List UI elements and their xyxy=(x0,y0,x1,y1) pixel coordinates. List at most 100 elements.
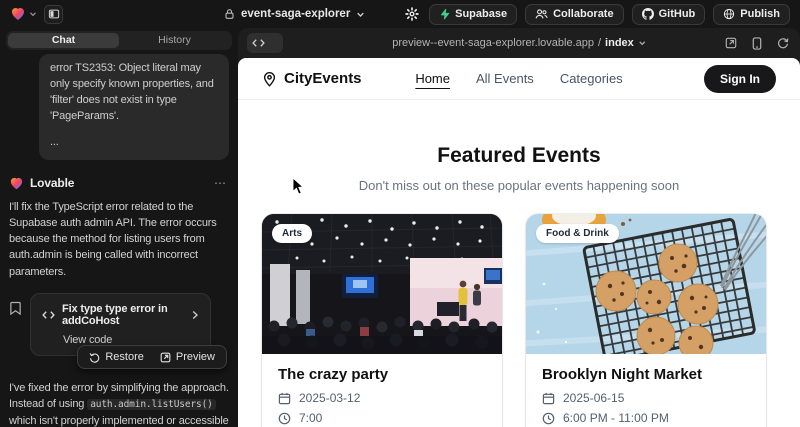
panel-toggle-button[interactable] xyxy=(44,5,63,24)
publish-button-label: Publish xyxy=(740,8,780,20)
clock-icon xyxy=(542,412,555,425)
supabase-button[interactable]: Supabase xyxy=(429,4,517,25)
refresh-icon xyxy=(777,37,789,49)
event-image-cookies: Food & Drink xyxy=(526,214,766,354)
featured-events-section: Featured Events Don't miss out on these … xyxy=(238,144,800,193)
tab-chat[interactable]: Chat xyxy=(8,33,119,48)
bookmark-icon[interactable] xyxy=(9,301,22,316)
event-date-row: 2025-06-15 xyxy=(542,391,750,405)
publish-globe-icon xyxy=(723,8,735,20)
event-image-conference: Arts xyxy=(262,214,502,354)
preview-button-label: Preview xyxy=(176,351,215,363)
chat-messages[interactable]: error TS2353: Object literal may only sp… xyxy=(0,50,238,427)
lovable-avatar-icon xyxy=(9,176,24,191)
event-time: 6:00 PM - 11:00 PM xyxy=(563,411,669,425)
github-button[interactable]: GitHub xyxy=(632,4,706,25)
settings-button[interactable] xyxy=(403,5,421,23)
open-in-new-icon xyxy=(725,37,737,49)
collaborate-button-label: Collaborate xyxy=(553,8,614,20)
user-message-truncated: ... xyxy=(50,135,218,151)
preview-button[interactable]: Preview xyxy=(153,349,222,365)
site-nav: Home All Events Categories xyxy=(415,71,622,86)
gear-icon xyxy=(405,7,419,21)
preview-chrome-bar: preview--event-saga-explorer.lovable.app… xyxy=(238,28,800,58)
assistant-name: Lovable xyxy=(30,176,74,190)
event-time: 7:00 xyxy=(299,411,322,425)
event-title: Brooklyn Night Market xyxy=(542,366,750,383)
code-icon xyxy=(252,38,265,48)
nav-link-all-events[interactable]: All Events xyxy=(476,71,534,86)
collaborate-icon xyxy=(535,8,548,20)
section-subheading: Don't miss out on these popular events h… xyxy=(238,178,800,193)
assistant-paragraph-1: I'll fix the TypeScript error related to… xyxy=(9,199,229,280)
preview-url-separator: / xyxy=(598,37,601,49)
mobile-phone-icon xyxy=(752,37,762,50)
map-pin-icon xyxy=(262,71,277,87)
assistant-message-header: Lovable ⋯ xyxy=(9,176,227,191)
calendar-icon xyxy=(542,392,555,405)
category-badge: Arts xyxy=(272,224,312,243)
clock-icon xyxy=(278,412,291,425)
site-brand-name: CityEvents xyxy=(284,70,362,87)
code-icon xyxy=(42,310,55,320)
event-card-brooklyn-market[interactable]: Food & Drink Brooklyn Night Market xyxy=(526,214,766,427)
paragraph2-text: which isn't properly implemented or acce… xyxy=(9,415,229,427)
nav-link-home[interactable]: Home xyxy=(415,71,450,86)
mobile-preview-button[interactable] xyxy=(750,35,764,52)
message-hover-toolbar: Restore Preview xyxy=(77,345,227,369)
restore-button[interactable]: Restore xyxy=(82,349,151,365)
user-message-text: error TS2353: Object literal may only sp… xyxy=(50,61,218,125)
nav-link-categories[interactable]: Categories xyxy=(560,71,623,86)
site-header: CityEvents Home All Events Categories Si… xyxy=(238,58,800,100)
preview-url-page: index xyxy=(605,37,634,49)
preview-site-content: CityEvents Home All Events Categories Si… xyxy=(238,58,800,427)
code-change-title: Fix type type error in addCoHost xyxy=(62,303,184,327)
calendar-icon xyxy=(278,392,291,405)
site-brand[interactable]: CityEvents xyxy=(262,70,362,87)
restore-button-label: Restore xyxy=(105,351,144,363)
chat-sidebar: Chat History error TS2353: Object litera… xyxy=(0,28,238,427)
github-button-label: GitHub xyxy=(659,8,696,20)
chat-history-tabs: Chat History xyxy=(6,31,232,50)
publish-button[interactable]: Publish xyxy=(713,4,790,25)
section-heading: Featured Events xyxy=(238,144,800,168)
event-date: 2025-06-15 xyxy=(563,391,624,405)
project-switcher[interactable]: event-saga-explorer xyxy=(224,0,365,28)
restore-icon xyxy=(89,352,100,363)
chevron-down-icon xyxy=(356,10,365,19)
event-time-row: 6:00 PM - 11:00 PM xyxy=(542,411,750,425)
assistant-paragraph-2: I've fixed the error by simplifying the … xyxy=(9,380,229,427)
preview-url-bar[interactable]: preview--event-saga-explorer.lovable.app… xyxy=(392,37,646,49)
event-title: The crazy party xyxy=(278,366,486,383)
tab-history[interactable]: History xyxy=(119,33,230,48)
message-menu-button[interactable]: ⋯ xyxy=(214,176,227,190)
chevron-down-icon xyxy=(638,39,646,47)
app-topbar: event-saga-explorer xyxy=(0,0,800,28)
chevron-right-icon xyxy=(191,310,199,320)
refresh-button[interactable] xyxy=(775,35,791,51)
code-view-toggle[interactable] xyxy=(247,33,283,53)
sign-in-button[interactable]: Sign In xyxy=(704,65,776,93)
open-in-new-icon xyxy=(160,352,171,363)
github-icon xyxy=(642,8,654,20)
lock-icon xyxy=(224,8,235,20)
project-name: event-saga-explorer xyxy=(241,8,350,20)
lovable-logo-icon xyxy=(10,6,26,22)
preview-panel: preview--event-saga-explorer.lovable.app… xyxy=(238,28,800,427)
supabase-button-label: Supabase xyxy=(455,8,507,20)
preview-url-host: preview--event-saga-explorer.lovable.app xyxy=(392,37,594,49)
event-card-crazy-party[interactable]: Arts The crazy party xyxy=(262,214,502,427)
open-in-new-tab-button[interactable] xyxy=(723,35,739,51)
user-message-bubble: error TS2353: Object literal may only sp… xyxy=(39,54,229,160)
inline-code-listusers: auth.admin.listUsers() xyxy=(87,399,216,410)
panel-toggle-icon xyxy=(48,8,60,20)
event-date: 2025-03-12 xyxy=(299,391,360,405)
lovable-logo-menu[interactable] xyxy=(10,6,37,22)
event-cards-row: Arts The crazy party xyxy=(238,193,800,427)
event-time-row: 7:00 xyxy=(278,411,486,425)
supabase-icon xyxy=(439,8,450,20)
chevron-down-icon xyxy=(29,10,37,18)
collaborate-button[interactable]: Collaborate xyxy=(525,4,624,25)
event-date-row: 2025-03-12 xyxy=(278,391,486,405)
category-badge: Food & Drink xyxy=(536,224,619,243)
